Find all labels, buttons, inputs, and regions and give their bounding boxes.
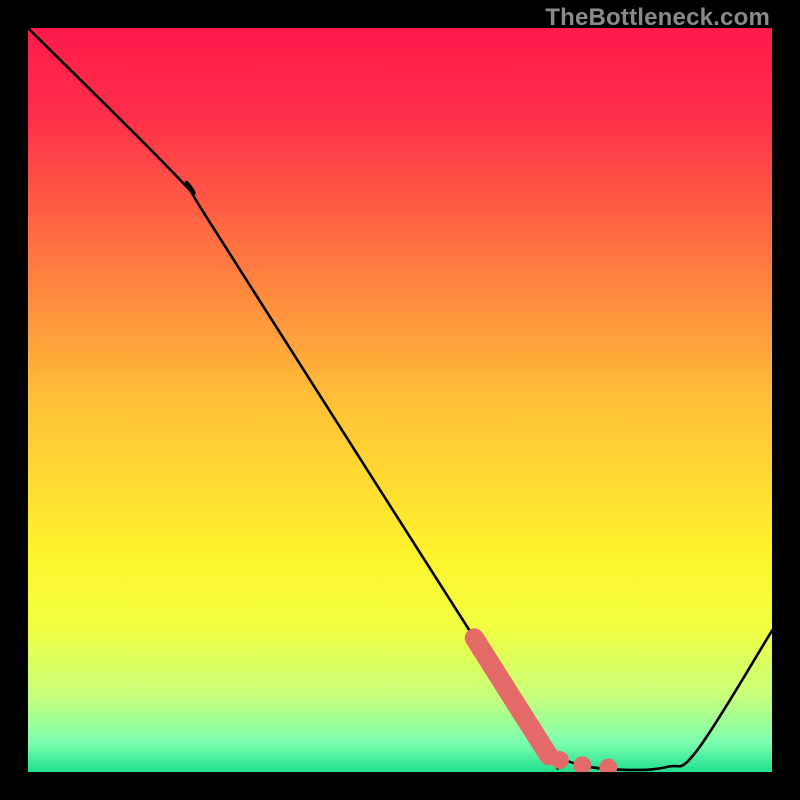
chart-frame: TheBottleneck.com [0, 0, 800, 800]
plot-area [28, 28, 772, 772]
chart-svg [28, 28, 772, 772]
highlight-dot [551, 751, 569, 769]
